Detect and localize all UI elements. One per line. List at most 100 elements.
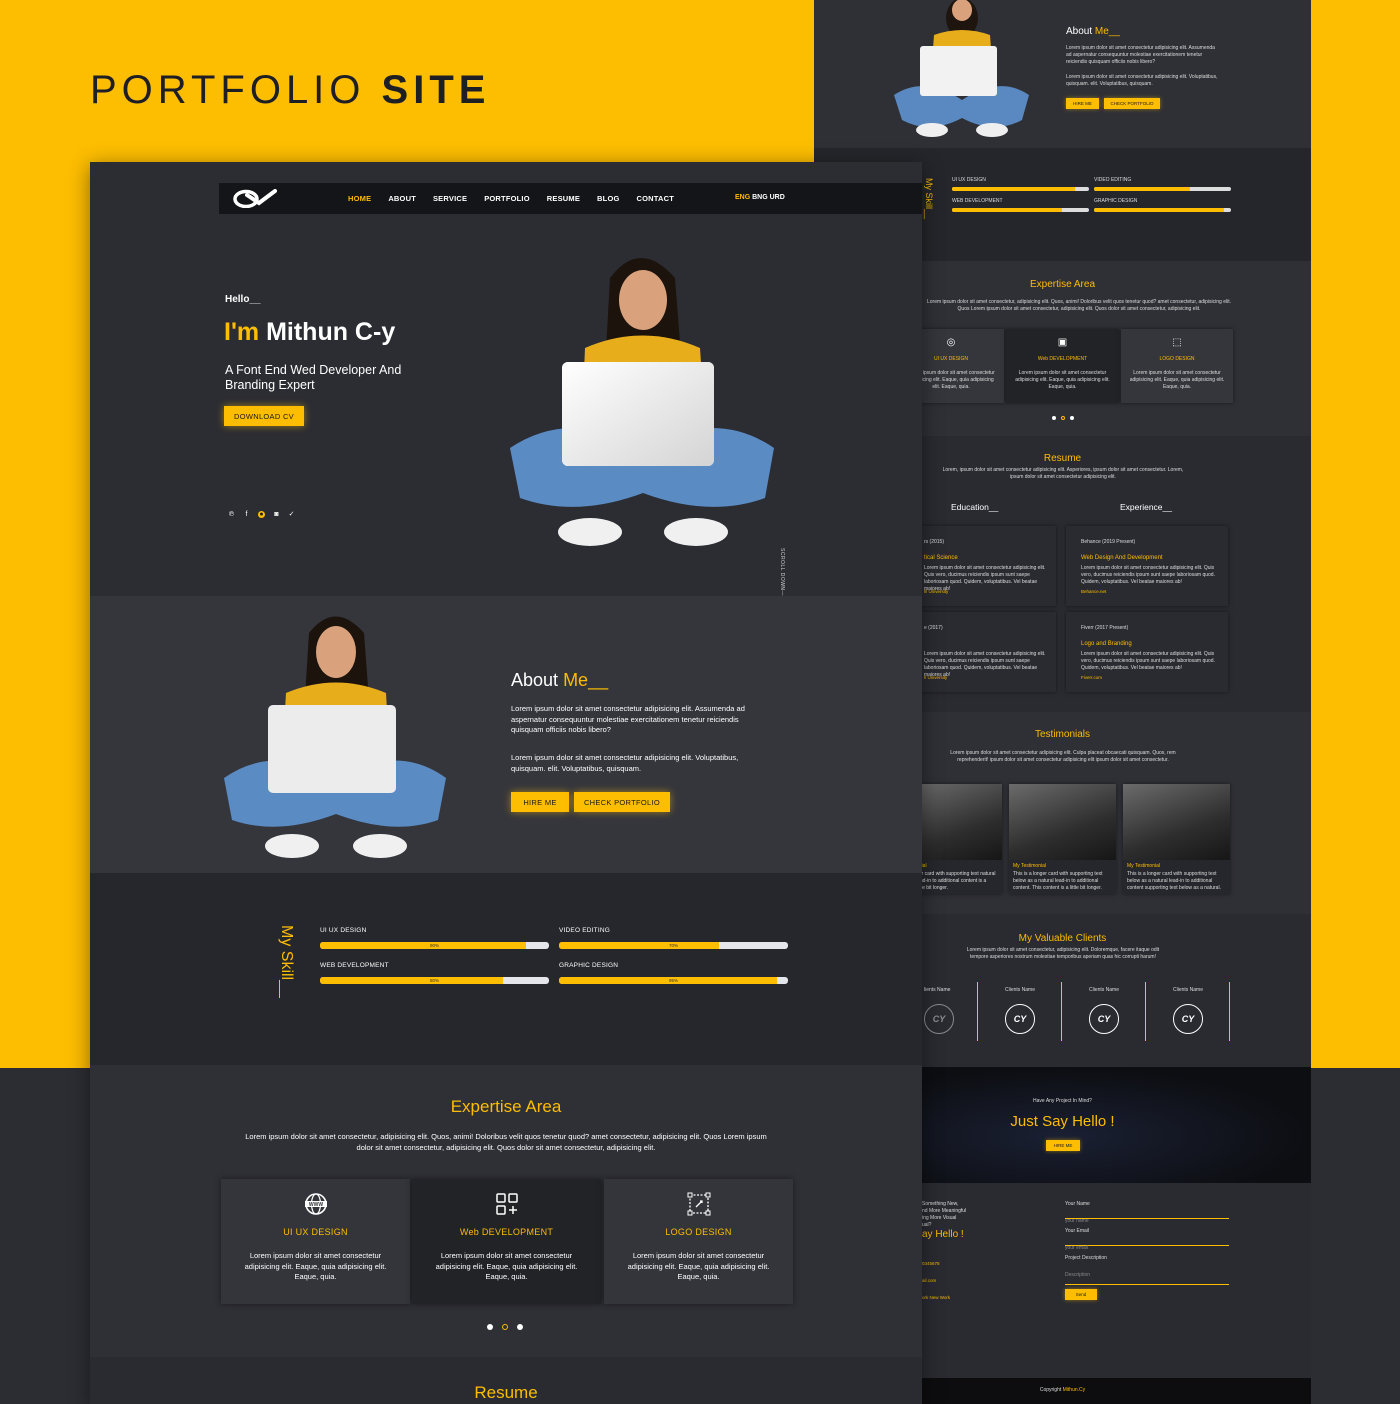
preview-card[interactable]: ⬚ LOGO DESIGN Lorem ipsum dolor sit amet… [1121, 329, 1233, 403]
card-title: LOGO DESIGN [665, 1227, 732, 1237]
lang-others[interactable]: BNG URD [752, 194, 785, 201]
preview-skill-title: My Skill__ [924, 178, 934, 220]
nav-item-about[interactable]: ABOUT [388, 194, 416, 203]
card-text: Lorem ipsum dolor sit amet consectetur a… [435, 1251, 578, 1281]
expertise-card-uiux[interactable]: WWW UI UX DESIGN Lorem ipsum dolor sit a… [221, 1179, 410, 1304]
title-word-portfolio: PORTFOLIO [90, 68, 366, 112]
expertise-section: Expertise Area Lorem ipsum dolor sit ame… [90, 1065, 922, 1357]
hero-name-text: Mithun C-y [266, 318, 396, 346]
title-word-site: SITE [381, 68, 491, 112]
preview-experience-title: Experience__ [1120, 502, 1172, 512]
nav-item-contact[interactable]: CONTACT [637, 194, 675, 203]
preview-hire-button[interactable]: HIRE ME [1066, 98, 1099, 109]
grid-plus-icon [496, 1193, 518, 1215]
scroll-down-indicator[interactable]: SCROLL DOWN— [779, 548, 785, 596]
client-logo-icon: CY [924, 1004, 954, 1034]
skill-label-video: VIDEO EDITING [559, 927, 610, 934]
preview-send-button[interactable]: Send [1065, 1289, 1097, 1300]
preview-desc-textarea[interactable]: Description [1065, 1263, 1229, 1285]
preview-cta-hire-button[interactable]: HIRE ME [1046, 1140, 1080, 1151]
preview-testimonials-desc: Lorem ipsum dolor sit amet consectetur a… [950, 750, 1176, 763]
grid-plus-icon: ▣ [1057, 337, 1068, 348]
card-title: Web DEVELOPMENT [459, 1227, 554, 1237]
preview-testimonial-card[interactable]: My Testimonial This is a longer card wit… [1009, 784, 1116, 894]
language-switcher[interactable]: ENG BNG URD [735, 194, 785, 201]
resume-title: Resume [474, 1383, 538, 1402]
about-section: About Me__ Lorem ipsum dolor sit amet co… [90, 596, 922, 873]
skill-label-uiux: UI UX DESIGN [320, 927, 367, 934]
preview-about-para1: Lorem ipsum dolor sit amet consectetur a… [1066, 45, 1215, 65]
download-cv-button[interactable]: DOWNLOAD CV [224, 406, 304, 426]
expertise-title: Expertise Area [450, 1097, 562, 1116]
preview-email-input[interactable]: your email [1065, 1236, 1229, 1251]
expertise-card-logo[interactable]: LOGO DESIGN Lorem ipsum dolor sit amet c… [604, 1179, 793, 1304]
carousel-dot[interactable] [517, 1324, 523, 1330]
hero-greeting: Hello__ [225, 294, 261, 305]
hero-tagline: A Font End Wed Developer And Branding Ex… [225, 363, 402, 392]
expertise-card-webdev[interactable]: Web DEVELOPMENT Lorem ipsum dolor sit am… [412, 1179, 601, 1304]
nav-item-service[interactable]: SERVICE [433, 194, 467, 203]
client-logo-icon: CY [1005, 1004, 1035, 1034]
dribbble-icon[interactable]: ● [258, 511, 265, 518]
cy-logo[interactable] [233, 189, 277, 208]
skill-bar-graphic: 95% [559, 977, 788, 984]
woman-with-laptop-image [894, 0, 1029, 137]
check-portfolio-button[interactable]: CHECK PORTFOLIO [574, 792, 670, 812]
navbar: HOME ABOUT SERVICE PORTFOLIO RESUME BLOG… [219, 183, 922, 214]
client-logo-icon: CY [1089, 1004, 1119, 1034]
preview-client-item[interactable]: Clients Name CY [1146, 982, 1230, 1041]
card-text: Lorem ipsum dolor sit amet consectetur a… [244, 1251, 387, 1281]
skill-title: My Skill__ [278, 925, 295, 998]
svg-text:WWW: WWW [309, 1202, 323, 1208]
carousel-dot-active[interactable] [502, 1324, 508, 1330]
skill-bar-video: 70% [559, 942, 788, 949]
preview-contact-side-title: ay Hello ! [922, 1229, 964, 1240]
hero-name: I'm Mithun C-y [224, 318, 395, 347]
preview-clients-desc: Lorem ipsum dolor sit amet consectetur, … [966, 947, 1160, 960]
preview-education-card: rs (2015) tical Science Lorem ipsum dolo… [914, 526, 1056, 606]
preview-skill-label: GRAPHIC DESIGN [1094, 198, 1138, 204]
preview-skill-bar [1094, 208, 1231, 212]
preview-client-item[interactable]: lients Name CY [914, 982, 978, 1041]
nav-item-home[interactable]: HOME [348, 194, 371, 203]
preview-carousel-dots[interactable] [1052, 416, 1074, 420]
preview-desc-label: Project Description [1065, 1255, 1107, 1261]
card-text: Lorem ipsum dolor sit amet consectetur a… [627, 1251, 770, 1281]
nav-item-resume[interactable]: RESUME [547, 194, 580, 203]
facebook-icon[interactable]: f [243, 511, 250, 518]
preview-expertise-desc: Lorem ipsum dolor sit amet consectetur, … [926, 299, 1232, 312]
preview-skill-bar [1094, 187, 1231, 191]
skill-bar-webdev: 80% [320, 977, 549, 984]
pinterest-icon[interactable]: ℗ [228, 511, 235, 518]
preview-card[interactable]: ▣ Web DEVELOPMENT Lorem ipsum dolor sit … [1006, 329, 1119, 403]
hero-section: HOME ABOUT SERVICE PORTFOLIO RESUME BLOG… [90, 162, 922, 596]
preview-testimonial-card[interactable]: My Testimonial This is a longer card wit… [1123, 784, 1230, 894]
resume-section: Resume [90, 1357, 922, 1404]
preview-portfolio-button[interactable]: CHECK PORTFOLIO [1104, 98, 1160, 109]
nav-item-portfolio[interactable]: PORTFOLIO [484, 194, 530, 203]
preview-skill-label: WEB DEVELOPMENT [952, 198, 1003, 204]
social-links: ℗ f ● ◙ ✓ [228, 511, 295, 518]
preview-name-input[interactable]: your name [1065, 1209, 1229, 1224]
card-title: UI UX DESIGN [283, 1227, 348, 1237]
person-photo [914, 784, 1002, 860]
about-paragraph-2: Lorem ipsum dolor sit amet consectetur a… [511, 753, 739, 773]
preview-client-item[interactable]: Clients Name CY [1062, 982, 1146, 1041]
presentation-title: PORTFOLIO SITE [90, 68, 490, 113]
person-photo [1123, 784, 1230, 860]
preview-experience-card: Fiverr (2017 Present) Logo and Branding … [1066, 612, 1228, 692]
expertise-desc: Lorem ipsum dolor sit amet consectetur, … [245, 1132, 767, 1152]
preview-client-item[interactable]: Clients Name CY [978, 982, 1062, 1041]
preview-testimonial-card[interactable]: onial ger card with supporting text natu… [914, 784, 1002, 894]
client-logo-icon: CY [1173, 1004, 1203, 1034]
person-photo [1009, 784, 1116, 860]
instagram-icon[interactable]: ◙ [273, 511, 280, 518]
nav-item-blog[interactable]: BLOG [597, 194, 619, 203]
preview-about-section: About Me__ Lorem ipsum dolor sit amet co… [814, 0, 1311, 148]
hero-woman-laptop-image [510, 258, 774, 546]
hire-me-button[interactable]: HIRE ME [511, 792, 569, 812]
nav-menu: HOME ABOUT SERVICE PORTFOLIO RESUME BLOG… [348, 183, 691, 214]
carousel-dot[interactable] [487, 1324, 493, 1330]
lang-eng[interactable]: ENG [735, 194, 750, 201]
twitter-icon[interactable]: ✓ [288, 511, 295, 518]
